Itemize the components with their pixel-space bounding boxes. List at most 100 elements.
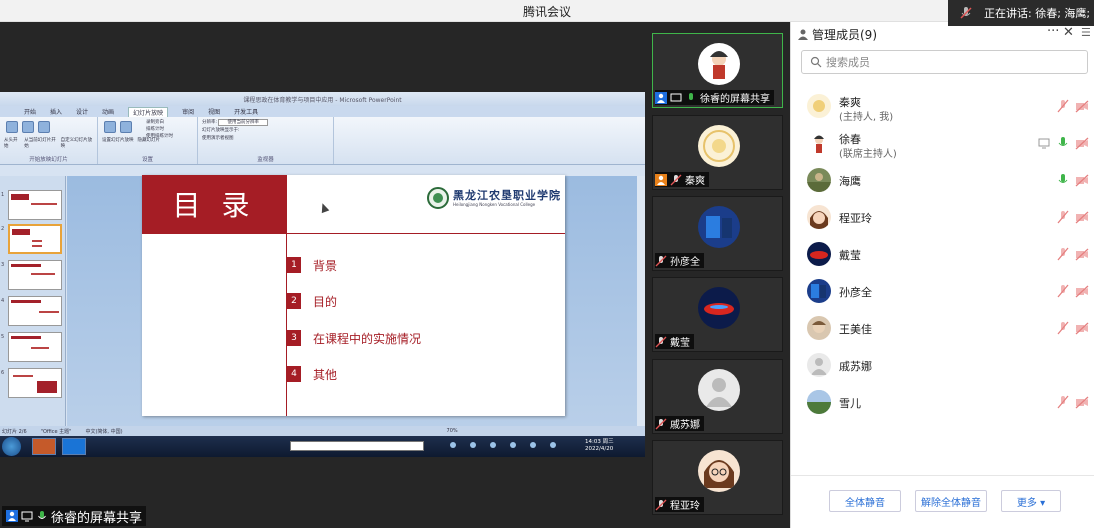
ribbon-item[interactable]: 排练计时 bbox=[146, 126, 173, 133]
slideshow-icon[interactable] bbox=[6, 121, 18, 133]
search-input[interactable] bbox=[826, 55, 1066, 69]
camera-off-icon[interactable] bbox=[1075, 136, 1089, 150]
member-row[interactable]: 戴莹 bbox=[791, 237, 1094, 271]
tray-icon[interactable] bbox=[530, 442, 536, 448]
slide-thumbnail-selected[interactable] bbox=[8, 224, 62, 254]
slide-thumbnails[interactable]: 1 2 3 4 5 6 bbox=[0, 176, 66, 426]
member-row[interactable]: 秦爽 (主持人, 我) bbox=[791, 89, 1094, 123]
video-tile[interactable]: 戴莹 bbox=[652, 277, 783, 352]
slide-content[interactable]: 目 录 黑龙江农垦职业学院 Heilongjiang Nongken Vocat… bbox=[142, 175, 565, 416]
ribbon-item[interactable]: 自定义幻灯片放映 bbox=[61, 137, 93, 149]
ribbon-group-label: 监视器 bbox=[257, 157, 274, 163]
slide-thumbnail[interactable] bbox=[8, 332, 62, 362]
camera-off-icon[interactable] bbox=[1075, 210, 1089, 224]
tray-icon[interactable] bbox=[450, 442, 456, 448]
slide-vertical-scrollbar[interactable] bbox=[637, 176, 645, 426]
ppt-tab[interactable]: 开发工具 bbox=[234, 107, 258, 116]
ppt-tab-active[interactable]: 幻灯片放映 bbox=[128, 106, 169, 117]
slide-thumbnail[interactable] bbox=[8, 260, 62, 290]
mic-off-icon[interactable] bbox=[1056, 395, 1070, 409]
ribbon-item[interactable]: 使用排练计时 bbox=[146, 133, 173, 140]
setup-icon[interactable] bbox=[104, 121, 116, 133]
ppt-tab[interactable]: 视图 bbox=[208, 107, 220, 116]
powerpoint-app-icon[interactable] bbox=[32, 438, 56, 455]
camera-off-icon[interactable] bbox=[1075, 395, 1089, 409]
video-column: 徐睿的屏幕共享 秦爽 孙彦全 戴莹 戚苏娜 程亚玲 bbox=[645, 22, 790, 528]
user-icon bbox=[798, 29, 808, 40]
video-tile[interactable]: 徐睿的屏幕共享 bbox=[652, 33, 783, 108]
ppt-ribbon: 从头开始 从当前幻灯片开始 自定义幻灯片放映 开始放映幻灯片 录制旁白 排练计时… bbox=[0, 117, 645, 165]
member-row[interactable]: 王美佳 bbox=[791, 311, 1094, 345]
camera-off-icon[interactable] bbox=[1075, 99, 1089, 113]
ribbon-item[interactable]: 设置幻灯片放映 bbox=[102, 137, 134, 143]
ppt-status-bar: 幻灯片 2/6 "Office 主题" 中文(简体, 中国) 70% bbox=[0, 426, 645, 436]
member-row[interactable]: 戚苏娜 bbox=[791, 348, 1094, 382]
windows-start-icon[interactable] bbox=[2, 437, 21, 456]
member-row[interactable]: 海鹰 bbox=[791, 163, 1094, 197]
meeting-app-icon[interactable] bbox=[62, 438, 86, 455]
mic-off-icon[interactable] bbox=[1056, 210, 1070, 224]
tray-icon[interactable] bbox=[550, 442, 556, 448]
more-button[interactable]: 更多 ▾ bbox=[1001, 490, 1061, 512]
mic-off-icon bbox=[960, 7, 972, 19]
avatar bbox=[698, 450, 740, 492]
camera-off-icon[interactable] bbox=[1075, 247, 1089, 261]
ribbon-item[interactable]: 使用演示者视图 bbox=[202, 135, 329, 143]
user-icon bbox=[655, 173, 667, 186]
avatar bbox=[807, 316, 831, 340]
tray-icon[interactable] bbox=[470, 442, 476, 448]
member-role: (主持人, 我) bbox=[839, 112, 894, 123]
slide-thumbnail[interactable] bbox=[8, 296, 62, 326]
ribbon-item[interactable]: 从头开始 bbox=[4, 137, 20, 149]
camera-off-icon[interactable] bbox=[1075, 321, 1089, 335]
slideshow-icon[interactable] bbox=[38, 121, 50, 133]
ribbon-group-start: 从头开始 从当前幻灯片开始 自定义幻灯片放映 开始放映幻灯片 bbox=[0, 117, 98, 164]
mic-off-icon bbox=[655, 336, 667, 347]
ribbon-group-monitor: 分辨率: 使用当前分辨率 幻灯片放映显示于: 使用演示者视图 监视器 bbox=[198, 117, 334, 164]
menu-icon[interactable]: ☰ bbox=[1081, 26, 1091, 39]
video-tile[interactable]: 孙彦全 bbox=[652, 196, 783, 271]
camera-off-icon[interactable] bbox=[1075, 173, 1089, 187]
member-row[interactable]: 雪儿 bbox=[791, 385, 1094, 419]
avatar bbox=[807, 353, 831, 377]
mic-on-icon[interactable] bbox=[1056, 136, 1070, 150]
mic-off-icon[interactable] bbox=[1056, 99, 1070, 113]
mic-on-icon[interactable] bbox=[1056, 173, 1070, 187]
video-tile[interactable]: 程亚玲 bbox=[652, 440, 783, 515]
slide-thumbnail[interactable] bbox=[8, 190, 62, 220]
mic-off-icon[interactable] bbox=[1056, 321, 1070, 335]
member-row[interactable]: 孙彦全 bbox=[791, 274, 1094, 308]
slideshow-icon[interactable] bbox=[22, 121, 34, 133]
mute-all-button[interactable]: 全体静音 bbox=[829, 490, 901, 512]
avatar bbox=[807, 279, 831, 303]
thumb-number: 1 bbox=[1, 192, 5, 198]
member-row[interactable]: 程亚玲 bbox=[791, 200, 1094, 234]
avatar bbox=[807, 390, 831, 414]
hide-slide-icon[interactable] bbox=[120, 121, 132, 133]
slide-thumbnail[interactable] bbox=[8, 368, 62, 398]
close-icon[interactable]: ✕ bbox=[1063, 25, 1074, 40]
taskbar-address-input[interactable] bbox=[290, 441, 424, 451]
ppt-tab[interactable]: 动画 bbox=[102, 107, 114, 116]
thumb-number: 5 bbox=[1, 334, 5, 340]
tray-icon[interactable] bbox=[490, 442, 496, 448]
camera-off-icon[interactable] bbox=[1075, 284, 1089, 298]
mic-off-icon[interactable] bbox=[1056, 284, 1070, 298]
video-tile[interactable]: 秦爽 bbox=[652, 115, 783, 190]
ppt-tab[interactable]: 插入 bbox=[50, 107, 62, 116]
unmute-all-button[interactable]: 解除全体静音 bbox=[915, 490, 987, 512]
ribbon-item[interactable]: 录制旁白 bbox=[146, 119, 173, 126]
avatar bbox=[698, 125, 740, 167]
resolution-select[interactable]: 使用当前分辨率 bbox=[218, 119, 268, 126]
ppt-tab[interactable]: 设计 bbox=[76, 107, 88, 116]
ppt-tab[interactable]: 开始 bbox=[24, 107, 36, 116]
tray-icon[interactable] bbox=[510, 442, 516, 448]
search-box[interactable] bbox=[801, 50, 1088, 74]
ppt-tab[interactable]: 审阅 bbox=[182, 107, 194, 116]
more-options-icon[interactable]: ··· bbox=[1047, 24, 1059, 39]
mic-off-icon[interactable] bbox=[1056, 247, 1070, 261]
video-tile[interactable]: 戚苏娜 bbox=[652, 359, 783, 434]
ribbon-item[interactable]: 从当前幻灯片开始 bbox=[24, 137, 56, 149]
member-row[interactable]: 徐春 (联席主持人) bbox=[791, 126, 1094, 160]
ribbon-item[interactable]: 幻灯片放映显示于: bbox=[202, 127, 329, 135]
